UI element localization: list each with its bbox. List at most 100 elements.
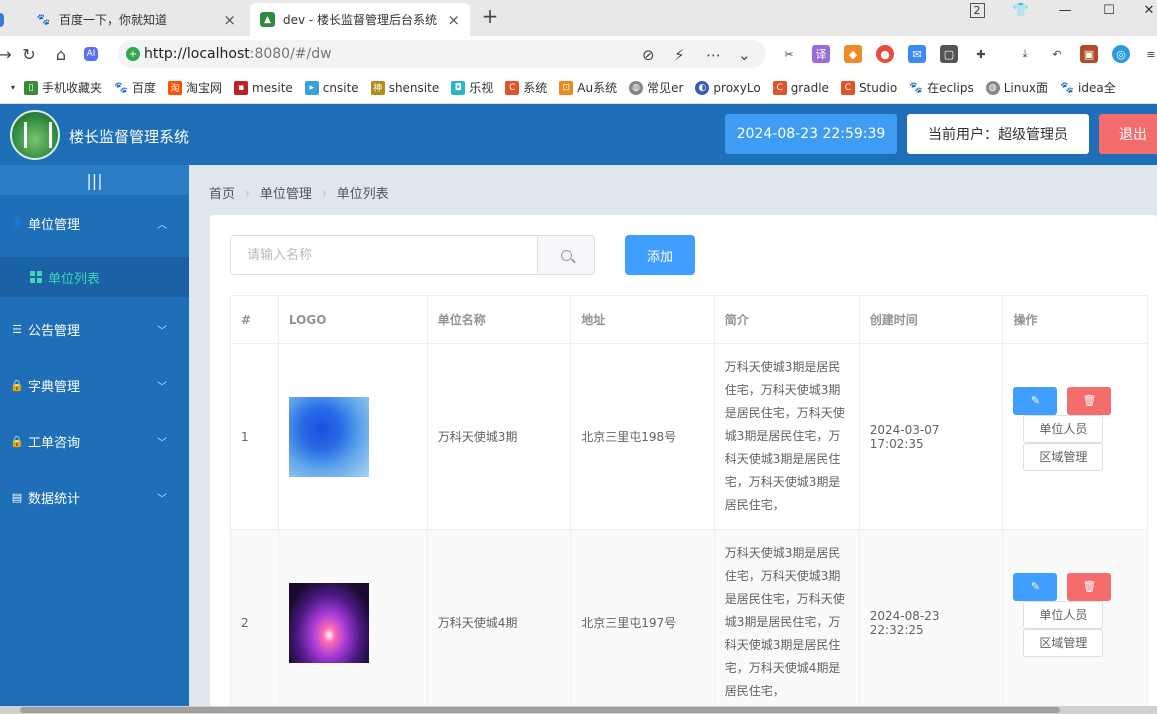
reload-icon[interactable]: ↻ [18,43,40,65]
undo-icon[interactable]: ↶ [1048,45,1066,63]
sidebar-item-statistics[interactable]: ▤ 数据统计 ﹀ [0,477,189,517]
edit-button[interactable]: ✎ [1013,386,1058,415]
row-index: 1 [230,343,279,530]
bookmark[interactable]: 🐾 在eclips [909,79,973,96]
search-button[interactable] [537,236,594,274]
chevron-right-icon: › [321,185,327,200]
maximize-icon[interactable]: ☐ [1094,0,1124,20]
delete-button[interactable]: 🗑 [1067,386,1112,415]
shirt-icon[interactable]: 👕 [1006,0,1036,20]
tab-title: 百度一下，你就知道 [59,13,168,27]
delete-button[interactable]: 🗑 [1067,572,1112,601]
table-header-row: # LOGO 单位名称 地址 简介 创建时间 操作 [230,295,1148,344]
bookmark[interactable]: C Studio [840,80,898,95]
sidebar-item-notice-management[interactable]: ☰ 公告管理 ﹀ [0,309,189,349]
bookmark-label: 常见er [647,81,684,95]
bookmark[interactable]: ◍ Linux面 [985,79,1048,96]
ai-icon[interactable]: AI [80,43,102,65]
area-management-button[interactable]: 区域管理 [1023,442,1104,471]
chevron-down-icon: ﹀ [157,493,167,505]
app-logo-icon: ▲ [260,12,275,27]
minimize-icon[interactable]: — [1050,0,1080,20]
bookmark[interactable]: ▪ mesite [234,80,293,95]
mail-icon[interactable]: ✉ [908,45,926,63]
home-icon[interactable]: ⌂ [50,43,72,65]
bookmark[interactable]: ⊡ Au系统 [559,79,617,96]
search-input[interactable] [231,236,538,274]
close-window-icon[interactable]: ✕ [1134,0,1157,20]
breadcrumb-home[interactable]: 首页 [209,183,235,202]
more-icon[interactable]: ⋯ [706,46,721,64]
tab-dev[interactable]: ▲ dev - 楼长监督管理后台系统 × [250,3,470,36]
breadcrumb-unit-management[interactable]: 单位管理 [260,183,312,202]
bookmark-label: proxyLo [713,80,761,95]
intro-text: 万科天使城3期是居民住宅，万科天使城3期是居民住宅，万科天使城3期是居民住宅，万… [724,360,845,512]
trash-icon: 🗑 [1082,580,1097,593]
browser-logo-icon [0,12,4,27]
bookmark[interactable]: ◍ 常见er [629,79,683,96]
lock-icon: 🔒 [10,434,24,448]
c-icon: C [840,80,855,95]
new-tab-button[interactable]: + [478,4,502,28]
briefcase-icon[interactable]: ▣ [1080,45,1098,63]
user-icon: 👤 [10,216,24,230]
row-actions: ✎ 🗑 单位人员 区域管理 [1002,343,1148,530]
main-content: 首页 › 单位管理 › 单位列表 添加 # LOGO 单位名称 地址 简介 创建… [189,165,1157,714]
tab-baidu[interactable]: 🐾 百度一下，你就知道 × [26,3,246,36]
edit-button[interactable]: ✎ [1013,572,1058,601]
tab-count-icon[interactable]: 2 [962,0,992,20]
logout-button[interactable]: 退出 [1099,114,1157,154]
sidebar-item-unit-management[interactable]: 👤 单位管理 ︿ [0,203,189,243]
area-management-button[interactable]: 区域管理 [1023,628,1104,657]
puzzle-icon[interactable]: ✚ [972,45,990,63]
baidu-paw-icon: 🐾 [909,81,924,94]
download-icon[interactable]: ⤓ [1016,45,1034,63]
column-header: 单位名称 [426,295,572,344]
grid-icon [30,271,42,283]
bookmark[interactable]: ▸ cnsite [304,80,359,95]
search-box [230,235,595,275]
game-icon[interactable]: ◆ [844,45,862,63]
bookmark-label: Studio [858,80,898,95]
bookmark[interactable]: 淘淘宝网 [168,79,222,96]
add-button[interactable]: 添加 [625,235,695,275]
chevron-down-icon[interactable]: ⌄ [738,46,751,64]
document-icon: ▤ [11,490,23,504]
close-icon[interactable]: × [447,11,460,29]
bookmark[interactable]: 🐾 百度 [114,79,156,96]
compass-icon[interactable]: ⊘ [642,46,655,64]
profile-icon[interactable]: ◎ [1112,45,1130,63]
sidebar-item-ticket-consult[interactable]: 🔒 工单咨询 ﹀ [0,421,189,461]
chevron-down-icon: ﹀ [157,381,167,393]
lightning-icon[interactable]: ⚡ [674,46,685,64]
sidebar-subitem-unit-list[interactable]: 单位列表 [0,257,189,297]
sidebar-item-dictionary-management[interactable]: 🔒 字典管理 ﹀ [0,365,189,405]
bookmark[interactable]: Cgradle [772,80,829,95]
unit-table: # LOGO 单位名称 地址 简介 创建时间 操作 1 万科天使城3期 北京三里… [230,295,1148,714]
back-icon[interactable]: → [0,43,16,65]
bookmark[interactable]: ▾ ▯ 手机收藏夹 [6,79,102,96]
bookmark[interactable]: ◐ proxyLo [695,80,761,95]
eye-icon[interactable]: ● [876,45,894,63]
unit-members-button[interactable]: 单位人员 [1023,414,1104,443]
horizontal-scrollbar[interactable] [0,706,1157,714]
pencil-icon: ✎ [1030,394,1041,407]
table-row: 1 万科天使城3期 北京三里屯198号 万科天使城3期是居民住宅，万科天使城3期… [230,343,1148,530]
site-icon: ⊡ [559,80,574,95]
baidu-paw-icon: 🐾 [114,81,128,94]
bookmark[interactable]: ◘ 乐视 [451,79,493,96]
bookmark[interactable]: 神 shensite [370,80,439,95]
chevron-right-icon: › [245,185,250,200]
scrollbar-thumb[interactable] [20,707,1060,713]
translate-icon[interactable]: 译 [812,45,830,63]
bookmark[interactable]: 🐾 idea全 [1060,79,1116,96]
scissors-icon[interactable]: ✂ [780,45,798,63]
sidebar: ||| 👤 单位管理 ︿ 单位列表 ☰ 公告管理 ﹀ 🔒 字典管理 ﹀ 🔒 工单… [0,165,189,714]
url-field[interactable]: + http://localhost:8080/#/dw ⊘ ⚡ ⋯ ⌄ [118,40,766,68]
sidebar-toggle[interactable]: ||| [0,165,189,195]
close-icon[interactable]: × [223,11,236,29]
bookmark[interactable]: C 系统 [505,79,547,96]
window-icon[interactable]: ▢ [940,45,958,63]
menu-icon[interactable]: ≡ [1142,45,1157,63]
unit-members-button[interactable]: 单位人员 [1023,600,1104,629]
